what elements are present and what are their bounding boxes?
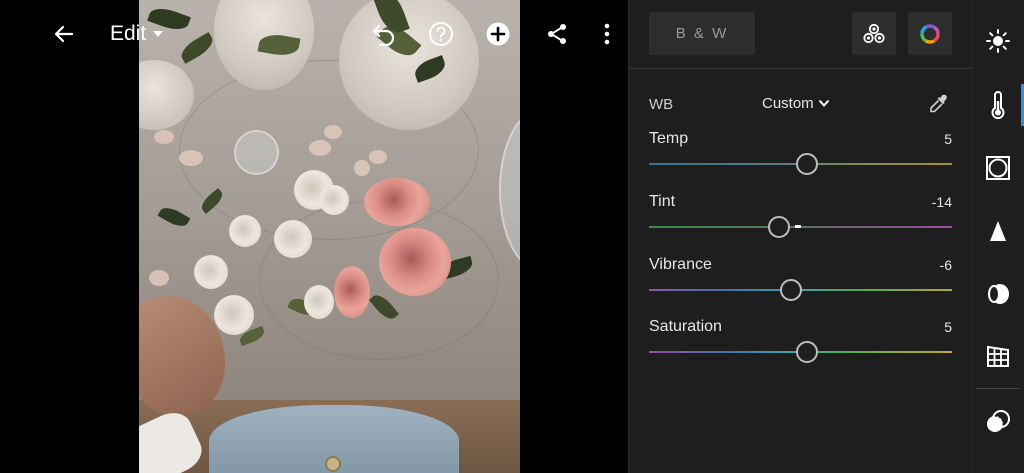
white-balance-picker-button[interactable]: [926, 91, 952, 117]
leaf: [177, 32, 217, 64]
tint-label: Tint: [649, 193, 676, 210]
chevron-down-icon: [818, 99, 829, 107]
help-icon: [429, 22, 453, 46]
rail-divider: [976, 388, 1020, 389]
eyedropper-icon: [930, 94, 947, 113]
more-vertical-icon: [604, 23, 610, 45]
white-rose: [319, 185, 349, 215]
profiles-button[interactable]: [852, 12, 896, 55]
share-button[interactable]: [537, 14, 577, 54]
saturation-value: 5: [944, 319, 952, 335]
jeans-button: [325, 456, 341, 472]
petal: [354, 160, 370, 176]
white-balance-row: WB Custom: [649, 93, 952, 117]
white-balance-dropdown[interactable]: Custom: [762, 95, 830, 112]
temp-slider: Temp 5: [649, 130, 952, 180]
vibrance-value: -6: [939, 257, 952, 273]
glass-cup: [234, 130, 279, 175]
vibrance-label: Vibrance: [649, 256, 712, 273]
optics-icon: [988, 284, 1009, 304]
back-button[interactable]: [44, 14, 84, 54]
more-options-button[interactable]: [587, 14, 627, 54]
panel-divider: [629, 68, 972, 69]
black-white-button[interactable]: B & W: [649, 12, 755, 55]
saturation-label: Saturation: [649, 318, 722, 335]
share-icon: [548, 24, 566, 44]
edit-mode-dropdown[interactable]: Edit: [110, 16, 164, 52]
pink-rose: [379, 228, 451, 296]
plant-pot: [139, 60, 194, 130]
tint-slider-thumb[interactable]: [768, 216, 791, 238]
white-rose: [274, 220, 312, 258]
rail-item-detail[interactable]: [972, 209, 1024, 253]
vibrance-slider: Vibrance -6: [649, 256, 952, 306]
undo-button[interactable]: [364, 14, 404, 54]
rail-item-effects[interactable]: [972, 146, 1024, 190]
white-rose: [304, 285, 334, 319]
petal: [369, 150, 387, 164]
color-thermometer-icon: [991, 91, 1005, 119]
petal: [179, 150, 203, 166]
white-rose: [214, 295, 254, 335]
petal: [154, 130, 174, 144]
temp-label: Temp: [649, 130, 689, 147]
color-mix-button[interactable]: [908, 12, 952, 55]
leaf: [157, 203, 191, 231]
vibrance-slider-thumb[interactable]: [780, 279, 803, 301]
rail-item-masking[interactable]: [972, 400, 1024, 444]
pink-rose: [334, 266, 370, 318]
photo-canvas: Edit: [0, 0, 628, 473]
white-rose: [194, 255, 228, 289]
petal: [309, 140, 331, 156]
color-wheel-icon: [920, 23, 940, 44]
rail-item-optics[interactable]: [972, 272, 1024, 316]
mask-icon: [987, 410, 1010, 432]
photo-image: [139, 0, 520, 473]
geometry-icon: [987, 345, 1009, 367]
petal: [149, 270, 169, 286]
add-button[interactable]: [478, 14, 518, 54]
rail-item-light[interactable]: [972, 19, 1024, 63]
glass-vase: [499, 110, 520, 270]
light-icon: [986, 29, 1010, 53]
pink-rose: [364, 178, 430, 226]
add-circle-icon: [486, 22, 510, 46]
temp-value: 5: [944, 131, 952, 147]
rail-item-geometry[interactable]: [972, 334, 1024, 378]
tool-rail: [971, 0, 1024, 473]
white-balance-label: WB: [649, 96, 674, 113]
rail-item-color[interactable]: [972, 83, 1024, 127]
color-panel: B & W WB Custom Temp 5 Tint -14 Vibrance…: [628, 0, 972, 473]
saturation-slider-thumb[interactable]: [795, 341, 818, 363]
petal: [324, 125, 342, 139]
tint-value: -14: [931, 194, 952, 210]
white-rose: [229, 215, 261, 247]
tint-default-marker: [795, 225, 801, 228]
help-button[interactable]: [421, 14, 461, 54]
chevron-down-icon: [153, 31, 164, 37]
temp-slider-thumb[interactable]: [795, 153, 818, 175]
profiles-icon: [863, 23, 885, 43]
undo-icon: [372, 24, 395, 46]
saturation-slider: Saturation 5: [649, 318, 952, 368]
edit-mode-label: Edit: [110, 22, 147, 45]
back-arrow-icon: [54, 25, 74, 43]
tint-slider: Tint -14: [649, 193, 952, 243]
white-balance-value: Custom: [762, 95, 814, 112]
detail-icon: [990, 221, 1006, 241]
effects-icon: [986, 156, 1010, 180]
